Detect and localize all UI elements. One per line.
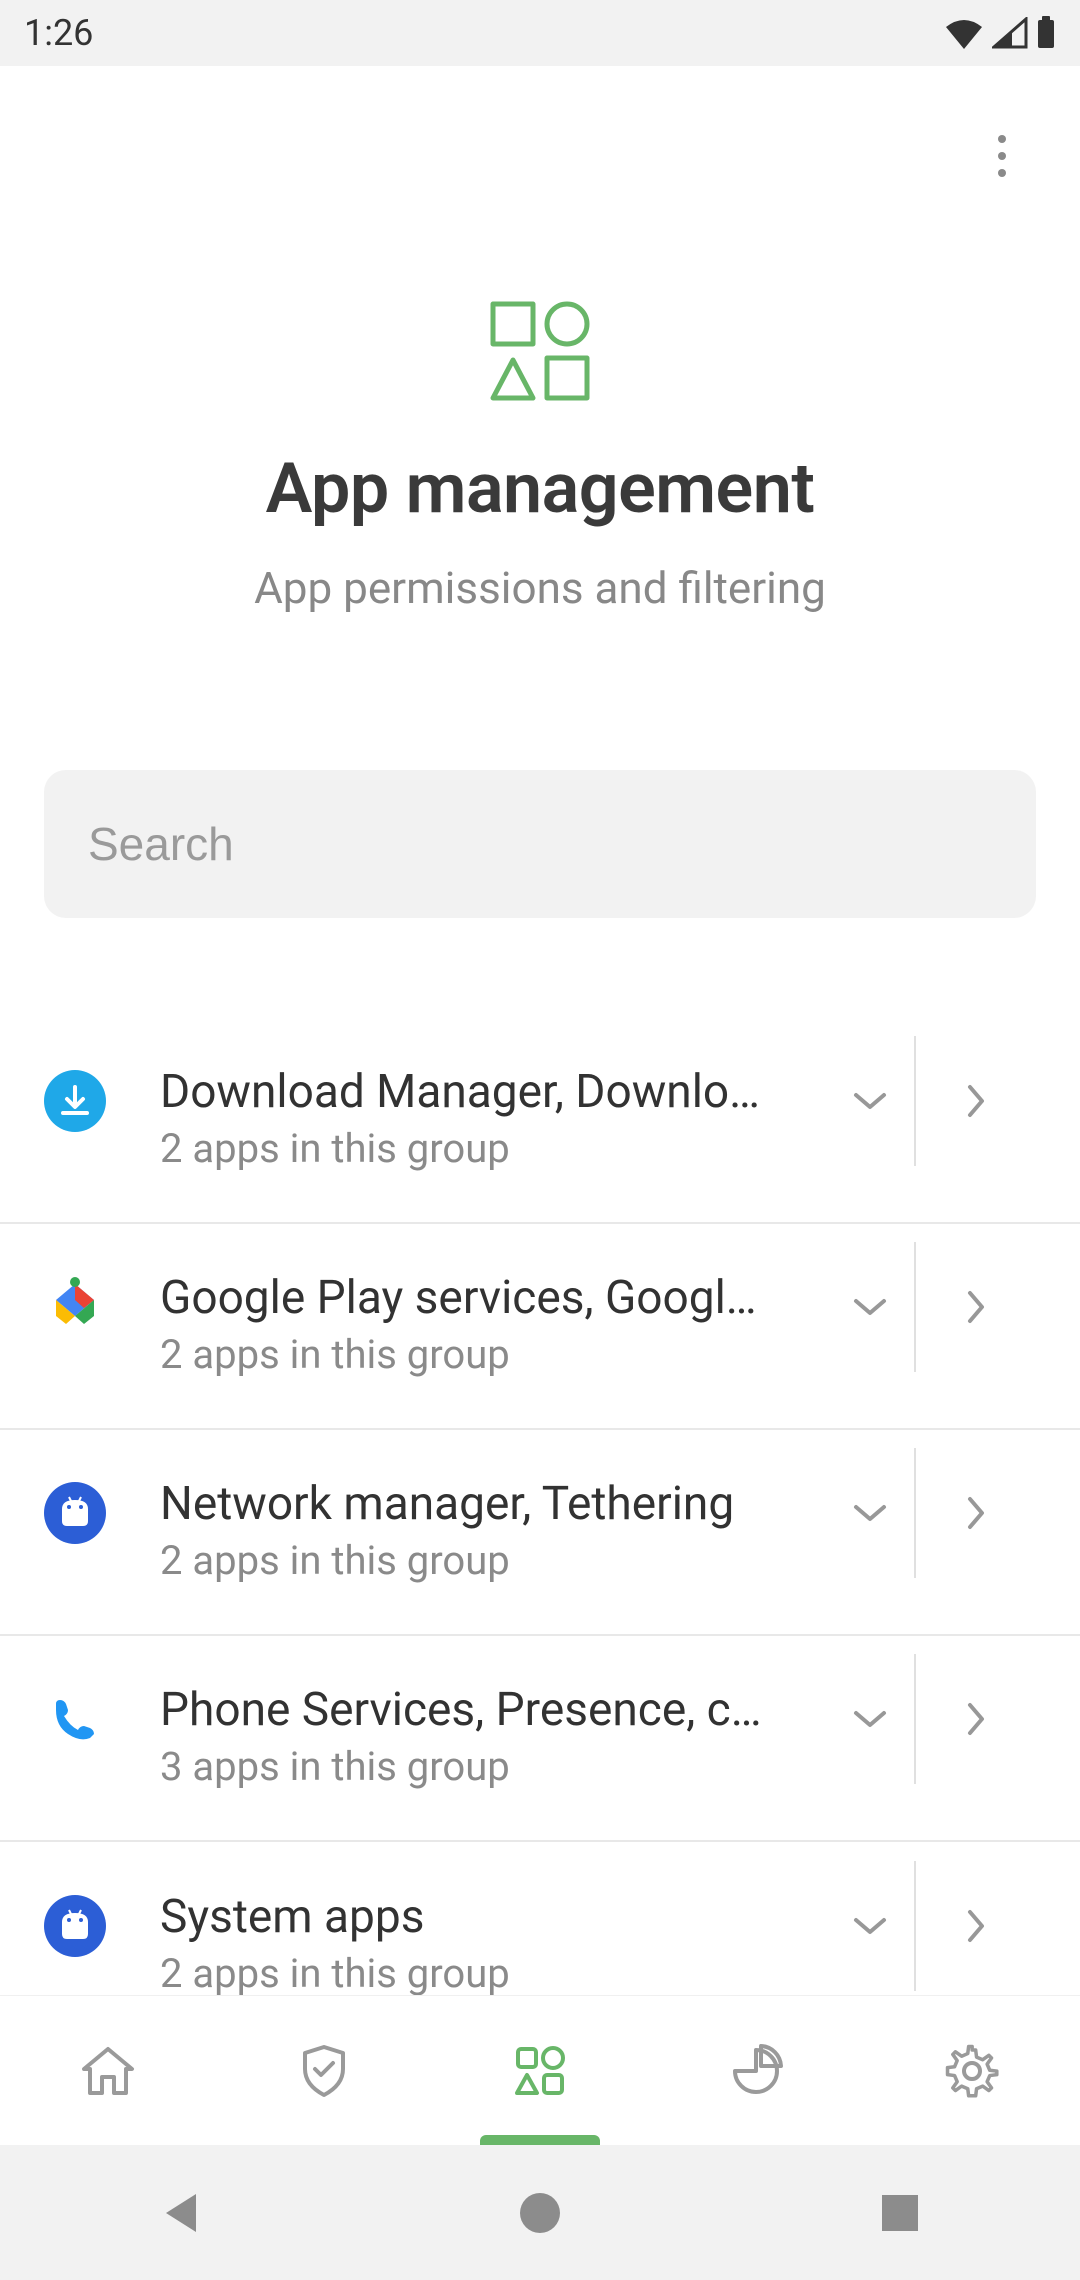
app-actions <box>826 1448 1036 1578</box>
app-group-item[interactable]: System apps 2 apps in this group <box>0 1842 1080 1995</box>
app-actions <box>826 1242 1036 1372</box>
chevron-down-icon <box>852 1297 888 1317</box>
system-nav-bar <box>0 2145 1080 2280</box>
gear-icon <box>944 2043 1000 2099</box>
android-icon <box>44 1482 106 1544</box>
overflow-menu-button[interactable] <box>966 120 1038 192</box>
detail-button[interactable] <box>916 1861 1036 1991</box>
app-title: Google Play services, Googl… <box>160 1271 806 1325</box>
app-group-item[interactable]: Network manager, Tethering 2 apps in thi… <box>0 1430 1080 1636</box>
chevron-down-icon <box>852 1503 888 1523</box>
page-title: App management <box>0 448 1080 530</box>
expand-button[interactable] <box>826 1861 916 1991</box>
recent-square-icon <box>880 2193 920 2233</box>
back-triangle-icon <box>160 2190 200 2236</box>
tab-indicator <box>480 2135 600 2145</box>
detail-button[interactable] <box>916 1242 1036 1372</box>
tab-settings[interactable] <box>864 1996 1080 2145</box>
app-list: Download Manager, Downlo… 2 apps in this… <box>0 1018 1080 1995</box>
app-actions <box>826 1036 1036 1166</box>
app-group-item[interactable]: Google Play services, Googl… 2 apps in t… <box>0 1224 1080 1430</box>
app-group-item[interactable]: Phone Services, Presence, c… 3 apps in t… <box>0 1636 1080 1842</box>
app-subtitle: 3 apps in this group <box>160 1743 806 1790</box>
detail-button[interactable] <box>916 1448 1036 1578</box>
app-title: Download Manager, Downlo… <box>160 1065 806 1119</box>
detail-button[interactable] <box>916 1036 1036 1166</box>
more-vert-icon <box>997 134 1007 178</box>
home-circle-icon <box>518 2191 562 2235</box>
app-subtitle: 2 apps in this group <box>160 1950 806 1996</box>
chevron-down-icon <box>852 1916 888 1936</box>
android-icon <box>44 1895 106 1957</box>
cell-signal-icon <box>992 17 1028 49</box>
nav-back-button[interactable] <box>80 2145 280 2280</box>
content-area: App management App permissions and filte… <box>0 66 1080 1995</box>
nav-home-button[interactable] <box>440 2145 640 2280</box>
tab-apps[interactable] <box>432 1996 648 2145</box>
tab-protection[interactable] <box>216 1996 432 2145</box>
app-actions <box>826 1861 1036 1991</box>
status-icons <box>944 16 1056 50</box>
page-subtitle: App permissions and filtering <box>0 562 1080 614</box>
app-text: System apps 2 apps in this group <box>160 1890 826 1996</box>
chevron-right-icon <box>966 1083 986 1119</box>
pie-chart-icon <box>729 2044 783 2098</box>
battery-icon <box>1036 16 1056 50</box>
app-title: Phone Services, Presence, c… <box>160 1683 806 1737</box>
home-icon <box>80 2045 136 2097</box>
chevron-right-icon <box>966 1495 986 1531</box>
header-section: App management App permissions and filte… <box>0 66 1080 614</box>
status-bar: 1:26 <box>0 0 1080 66</box>
wifi-icon <box>944 17 984 49</box>
app-text: Download Manager, Downlo… 2 apps in this… <box>160 1065 826 1172</box>
shield-icon <box>299 2043 349 2099</box>
chevron-right-icon <box>966 1701 986 1737</box>
app-title: System apps <box>160 1890 806 1944</box>
search-container <box>0 770 1080 918</box>
app-subtitle: 2 apps in this group <box>160 1125 806 1172</box>
play-services-icon <box>44 1276 106 1338</box>
download-icon <box>44 1070 106 1132</box>
tab-bar <box>0 1995 1080 2145</box>
search-input[interactable] <box>44 770 1036 918</box>
app-subtitle: 2 apps in this group <box>160 1537 806 1584</box>
expand-button[interactable] <box>826 1654 916 1784</box>
status-time: 1:26 <box>24 12 93 54</box>
apps-icon <box>512 2043 568 2099</box>
app-text: Network manager, Tethering 2 apps in thi… <box>160 1477 826 1584</box>
chevron-right-icon <box>966 1908 986 1944</box>
app-subtitle: 2 apps in this group <box>160 1331 806 1378</box>
detail-button[interactable] <box>916 1654 1036 1784</box>
apps-shapes-icon <box>485 296 595 406</box>
tab-stats[interactable] <box>648 1996 864 2145</box>
expand-button[interactable] <box>826 1448 916 1578</box>
app-text: Google Play services, Googl… 2 apps in t… <box>160 1271 826 1378</box>
phone-icon <box>44 1688 106 1750</box>
app-title: Network manager, Tethering <box>160 1477 806 1531</box>
chevron-down-icon <box>852 1709 888 1729</box>
app-actions <box>826 1654 1036 1784</box>
tab-home[interactable] <box>0 1996 216 2145</box>
app-group-item[interactable]: Download Manager, Downlo… 2 apps in this… <box>0 1018 1080 1224</box>
chevron-down-icon <box>852 1091 888 1111</box>
app-text: Phone Services, Presence, c… 3 apps in t… <box>160 1683 826 1790</box>
chevron-right-icon <box>966 1289 986 1325</box>
expand-button[interactable] <box>826 1036 916 1166</box>
nav-recent-button[interactable] <box>800 2145 1000 2280</box>
header-icon <box>0 296 1080 406</box>
expand-button[interactable] <box>826 1242 916 1372</box>
